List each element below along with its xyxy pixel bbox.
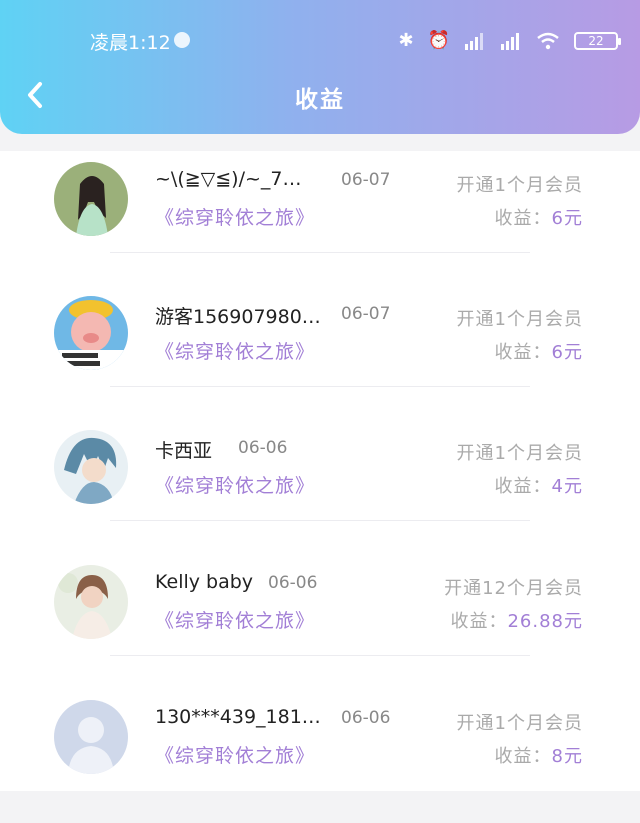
membership-plan: 开通12个月会员: [444, 578, 583, 599]
income: 收益：6元: [495, 204, 583, 230]
book-title[interactable]: 《综穿聆依之旅》: [155, 471, 315, 498]
income: 收益：4元: [495, 472, 583, 498]
list-item[interactable]: 130***439_181… 06-06 《综穿聆依之旅》 开通1个月会员 收益…: [0, 689, 640, 823]
income: 收益：8元: [495, 742, 583, 768]
membership-plan: 开通1个月会员: [456, 309, 583, 330]
income-amount: 4元: [551, 476, 583, 497]
record-date: 06-06: [238, 438, 288, 458]
avatar: [54, 565, 128, 639]
book-title[interactable]: 《综穿聆依之旅》: [155, 741, 315, 768]
divider: [110, 655, 530, 656]
book-title[interactable]: 《综穿聆依之旅》: [155, 203, 315, 230]
avatar: [54, 430, 128, 504]
top-header: 凌晨1:12 ✱ ⏰ 22 收益: [0, 0, 640, 134]
signal-icon: [501, 32, 519, 50]
divider: [110, 520, 530, 521]
avatar: [54, 162, 128, 236]
book-title[interactable]: 《综穿聆依之旅》: [155, 337, 315, 364]
income-amount: 6元: [551, 342, 583, 363]
status-time: 凌晨1:12: [90, 32, 171, 54]
book-title[interactable]: 《综穿聆依之旅》: [155, 606, 315, 633]
record-date: 06-06: [341, 708, 391, 728]
income-label: 收益：: [494, 342, 552, 363]
wifi-icon: [537, 32, 559, 49]
user-name: Kelly baby: [155, 571, 254, 593]
income-amount: 6元: [551, 208, 583, 229]
membership-plan: 开通1个月会员: [456, 175, 583, 196]
user-name: 游客156907980…: [155, 306, 321, 328]
avatar: [54, 296, 128, 370]
record-date: 06-07: [341, 304, 391, 324]
page-title: 收益: [295, 87, 345, 113]
income-label: 收益：: [494, 746, 552, 767]
user-name: ~\(≧▽≦)/~_7…: [155, 168, 302, 190]
alarm-icon: ⏰: [427, 30, 450, 51]
battery-icon: 22: [574, 31, 621, 50]
income-label: 收益：: [450, 611, 508, 632]
income-list: ~\(≧▽≦)/~_7… 06-07 《综穿聆依之旅》 开通1个月会员 收益：6…: [0, 151, 640, 791]
income: 收益：26.88元: [450, 607, 583, 633]
income-amount: 26.88元: [507, 611, 583, 632]
user-name: 130***439_181…: [155, 706, 321, 728]
income: 收益：6元: [495, 338, 583, 364]
list-item[interactable]: ~\(≧▽≦)/~_7… 06-07 《综穿聆依之旅》 开通1个月会员 收益：6…: [0, 151, 640, 285]
membership-plan: 开通1个月会员: [456, 443, 583, 464]
app-notification-icon: [174, 32, 190, 48]
bluetooth-icon: ✱: [398, 30, 414, 51]
list-item[interactable]: 游客156907980… 06-07 《综穿聆依之旅》 开通1个月会员 收益：6…: [0, 285, 640, 419]
record-date: 06-07: [341, 170, 391, 190]
income-label: 收益：: [494, 208, 552, 229]
divider: [110, 386, 530, 387]
signal-icon: [465, 32, 483, 50]
list-item[interactable]: 卡西亚 06-06 《综穿聆依之旅》 开通1个月会员 收益：4元: [0, 419, 640, 553]
list-item[interactable]: Kelly baby 06-06 《综穿聆依之旅》 开通12个月会员 收益：26…: [0, 554, 640, 688]
membership-plan: 开通1个月会员: [456, 713, 583, 734]
record-date: 06-06: [268, 573, 318, 593]
divider: [110, 252, 530, 253]
user-name: 卡西亚: [155, 440, 213, 462]
income-amount: 8元: [551, 746, 583, 767]
status-icons: ✱ ⏰ 22: [398, 30, 621, 51]
income-label: 收益：: [494, 476, 552, 497]
avatar: [54, 700, 128, 774]
